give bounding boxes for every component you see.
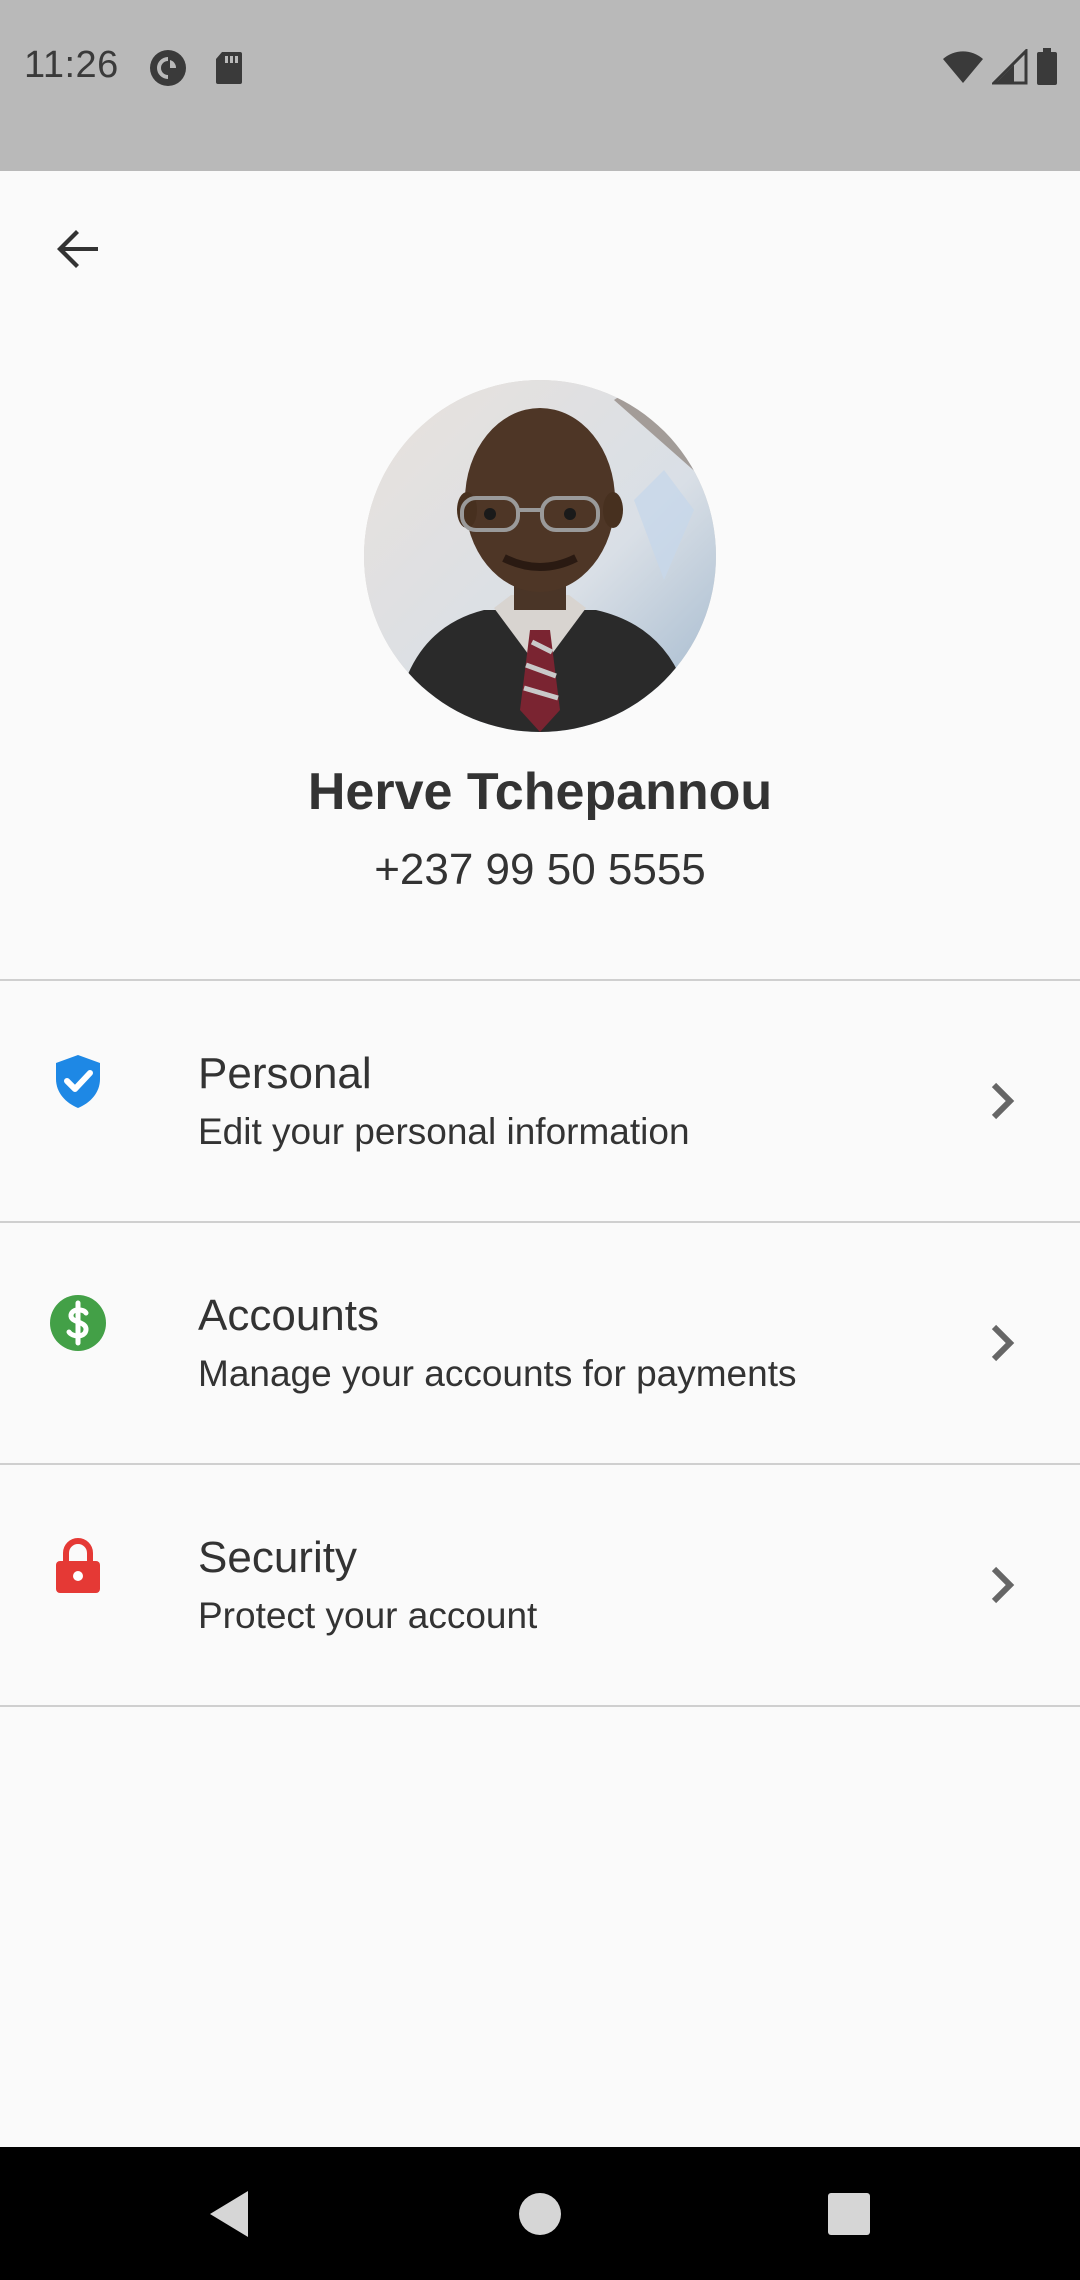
avatar-photo xyxy=(364,380,716,732)
menu-item-title: Accounts xyxy=(198,1291,379,1340)
menu-item-accounts[interactable]: Accounts Manage your accounts for paymen… xyxy=(0,1223,1080,1463)
profile-name: Herve Tchepannou xyxy=(307,763,773,821)
menu-item-security[interactable]: Security Protect your account xyxy=(0,1465,1080,1705)
cell-signal-icon xyxy=(992,49,1028,85)
divider xyxy=(0,1705,1080,1707)
arrow-back-icon xyxy=(57,230,98,268)
back-button[interactable] xyxy=(40,211,116,287)
chevron-right-icon xyxy=(991,1566,1015,1604)
profile-header: Herve Tchepannou +237 99 50 5555 xyxy=(0,380,1080,898)
avatar[interactable] xyxy=(364,380,716,732)
menu-item-title: Personal xyxy=(198,1049,372,1098)
wifi-icon xyxy=(943,51,983,83)
system-nav-bar xyxy=(0,2147,1080,2280)
menu-item-subtitle: Manage your accounts for payments xyxy=(198,1353,797,1394)
verified-shield-icon xyxy=(56,1055,100,1108)
pocket-casts-icon xyxy=(150,50,186,86)
status-time: 11:26 xyxy=(24,44,119,86)
chevron-right-icon xyxy=(991,1082,1015,1120)
dollar-circle-icon xyxy=(50,1295,106,1351)
menu-item-subtitle: Edit your personal information xyxy=(198,1111,690,1152)
status-right-icons xyxy=(942,48,1058,86)
chevron-right-icon xyxy=(991,1324,1015,1362)
menu-item-subtitle: Protect your account xyxy=(198,1595,538,1636)
battery-icon xyxy=(1037,48,1057,85)
settings-menu: Personal Edit your personal information … xyxy=(0,979,1080,1707)
status-left-icons xyxy=(148,48,244,88)
lock-icon xyxy=(56,1538,100,1593)
profile-phone: +237 99 50 5555 xyxy=(374,845,706,894)
home-circle-icon[interactable] xyxy=(509,2183,571,2245)
menu-item-title: Security xyxy=(198,1533,357,1582)
back-triangle-icon[interactable] xyxy=(200,2183,262,2245)
sd-card-icon xyxy=(216,52,242,84)
menu-item-personal[interactable]: Personal Edit your personal information xyxy=(0,981,1080,1221)
status-bar: 11:26 xyxy=(0,0,1080,171)
app-bar xyxy=(0,171,1080,326)
recents-square-icon[interactable] xyxy=(818,2183,880,2245)
